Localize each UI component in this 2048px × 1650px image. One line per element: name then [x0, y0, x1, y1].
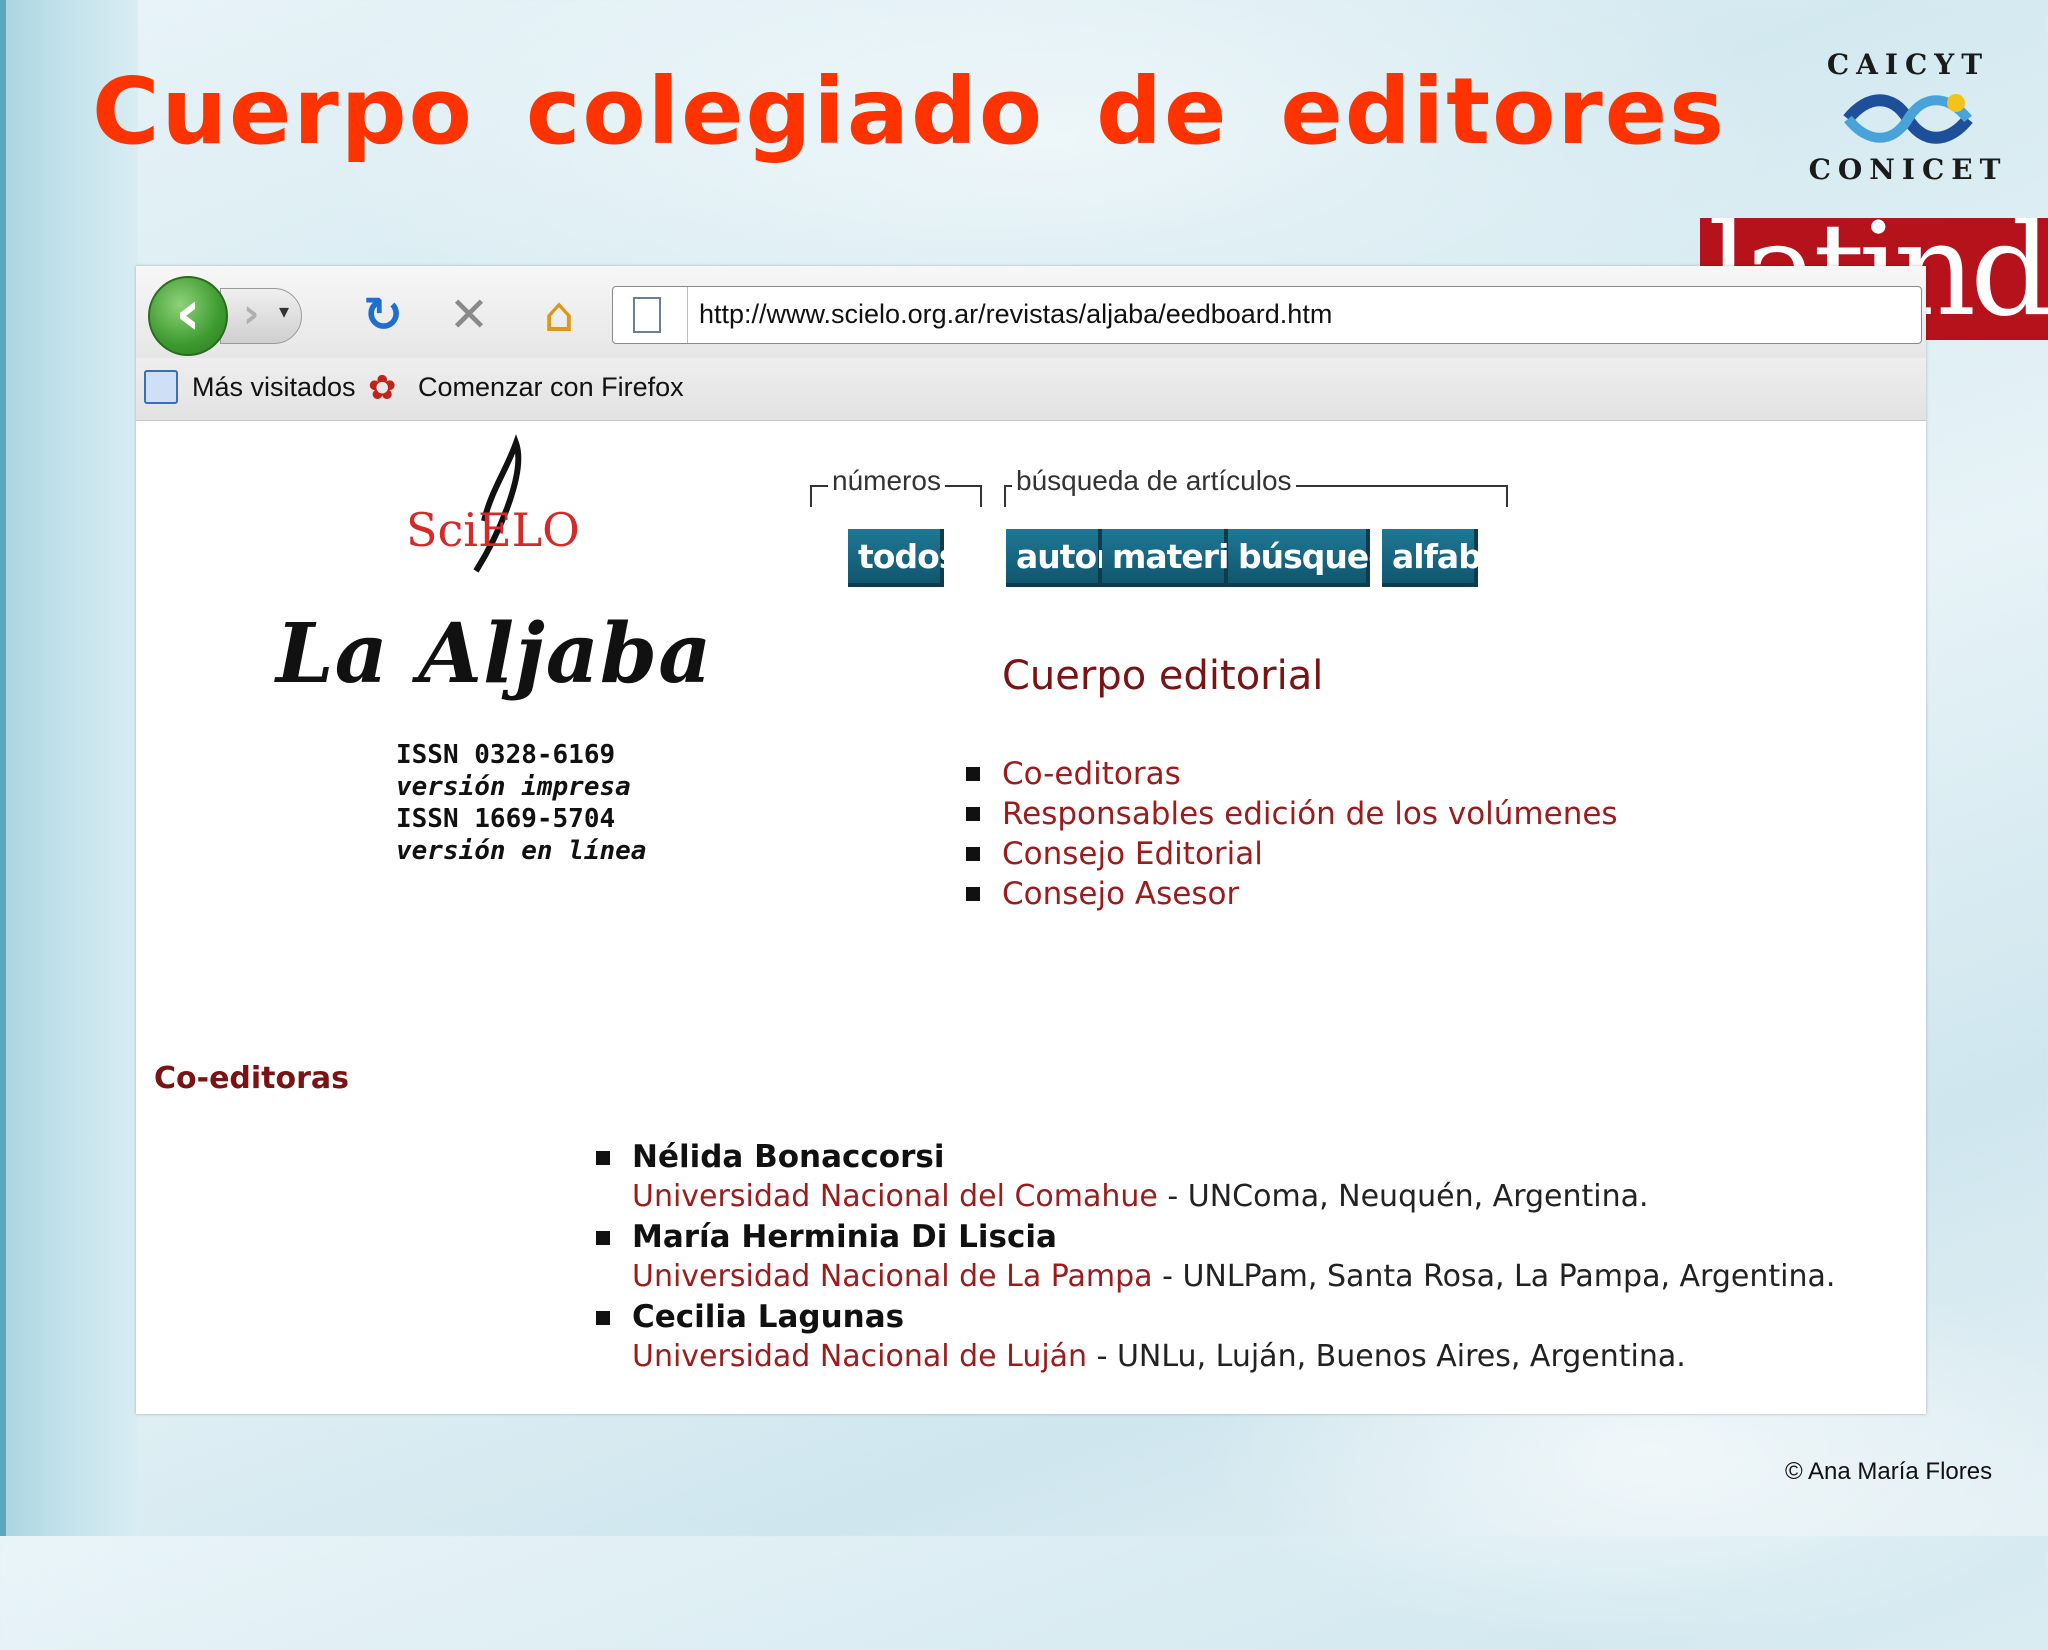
affiliation: Universidad Nacional de La Pampa - UNLPa… [632, 1257, 1835, 1297]
university-link[interactable]: Universidad Nacional de La Pampa [632, 1259, 1153, 1294]
back-button[interactable] [148, 276, 228, 356]
person-name: Cecilia Lagunas [632, 1299, 905, 1335]
stop-icon[interactable]: ✕ [442, 288, 496, 342]
affiliation-detail: - UNLPam, Santa Rosa, La Pampa, Argentin… [1152, 1259, 1836, 1294]
slide-title: Cuerpo colegiado de editores [92, 58, 1726, 165]
issn-block: ISSN 0328-6169 versión impresa ISSN 1669… [396, 739, 646, 867]
coeditors-list: Nélida Bonaccorsi Universidad Nacional d… [596, 1137, 1835, 1377]
firefox-icon: ✿ [368, 368, 397, 408]
home-icon[interactable]: ⌂ [532, 288, 586, 342]
forward-arrow-icon: › [243, 291, 260, 337]
infinity-icon [1843, 94, 1973, 144]
university-link[interactable]: Universidad Nacional del Comahue [632, 1179, 1158, 1214]
university-link[interactable]: Universidad Nacional de Luján [632, 1339, 1087, 1374]
list-item: María Herminia Di Liscia Universidad Nac… [596, 1217, 1835, 1297]
affiliation-detail: - UNLu, Luján, Buenos Aires, Argentina. [1087, 1339, 1686, 1374]
link-consejo-editorial[interactable]: Consejo Editorial [966, 834, 1618, 874]
history-dropdown-icon[interactable]: ▾ [279, 299, 289, 323]
issn-online-label: versión en línea [396, 836, 647, 866]
conicet-text: CONICET [1808, 153, 2008, 186]
affiliation: Universidad Nacional de Luján - UNLu, Lu… [632, 1337, 1835, 1377]
url-text[interactable]: http://www.scielo.org.ar/revistas/aljaba… [699, 299, 1332, 330]
address-bar[interactable]: http://www.scielo.org.ar/revistas/aljaba… [612, 286, 1922, 344]
coeditors-heading: Co-editoras [154, 1061, 350, 1096]
navigation-toolbar: › ▾ ↻ ✕ ⌂ http://www.scielo.org.ar/revis… [136, 266, 1926, 358]
section-link-list: Co-editoras Responsables edición de los … [966, 754, 1618, 914]
link-consejo-asesor[interactable]: Consejo Asesor [966, 874, 1618, 914]
journal-title: La Aljaba [276, 606, 713, 702]
issn-print-label: versión impresa [396, 772, 631, 802]
list-item: Cecilia Lagunas Universidad Nacional de … [596, 1297, 1835, 1377]
browser-window: › ▾ ↻ ✕ ⌂ http://www.scielo.org.ar/revis… [136, 266, 1926, 1414]
divider [687, 287, 688, 343]
nav-button-materia[interactable]: materia [1102, 529, 1251, 587]
link-co-editoras[interactable]: Co-editoras [966, 754, 1618, 794]
nav-button-todos[interactable]: todos [848, 529, 958, 587]
nav-button-autor[interactable]: autor [1006, 529, 1112, 587]
nav-button-busqueda[interactable]: búsqueda [1228, 529, 1413, 587]
group-label-numbers: números [828, 465, 945, 497]
scielo-logo[interactable]: SciELO [406, 434, 580, 573]
person-name: María Herminia Di Liscia [632, 1219, 1057, 1255]
list-item: Nélida Bonaccorsi Universidad Nacional d… [596, 1137, 1835, 1217]
page-content: SciELO La Aljaba ISSN 0328-6169 versión … [136, 421, 1926, 1414]
bookmark-most-visited[interactable]: Más visitados [192, 372, 356, 403]
bookmark-getting-started[interactable]: Comenzar con Firefox [418, 372, 684, 403]
person-name: Nélida Bonaccorsi [632, 1139, 945, 1175]
forward-button[interactable]: › ▾ [220, 288, 302, 344]
link-responsables[interactable]: Responsables edición de los volúmenes [966, 794, 1618, 834]
slide-left-bar [0, 0, 138, 1536]
bookmarks-toolbar: Más visitados ✿ Comenzar con Firefox [136, 358, 1926, 421]
nav-button-alfab[interactable]: alfab [1382, 529, 1482, 587]
group-label-search: búsqueda de artículos [1012, 465, 1296, 497]
page-icon [633, 297, 661, 333]
affiliation: Universidad Nacional del Comahue - UNCom… [632, 1177, 1835, 1217]
section-title: Cuerpo editorial [1002, 653, 1324, 699]
issn-print: ISSN 0328-6169 [396, 740, 616, 770]
issn-online: ISSN 1669-5704 [396, 804, 616, 834]
affiliation-detail: - UNComa, Neuquén, Argentina. [1157, 1179, 1649, 1214]
caicyt-conicet-logo: CAICYT CONICET [1808, 48, 2008, 198]
copyright-text: © Ana María Flores [1785, 1458, 1993, 1485]
bookmark-folder-icon [144, 370, 178, 404]
reload-icon[interactable]: ↻ [356, 288, 410, 342]
caicyt-text: CAICYT [1826, 48, 1990, 81]
